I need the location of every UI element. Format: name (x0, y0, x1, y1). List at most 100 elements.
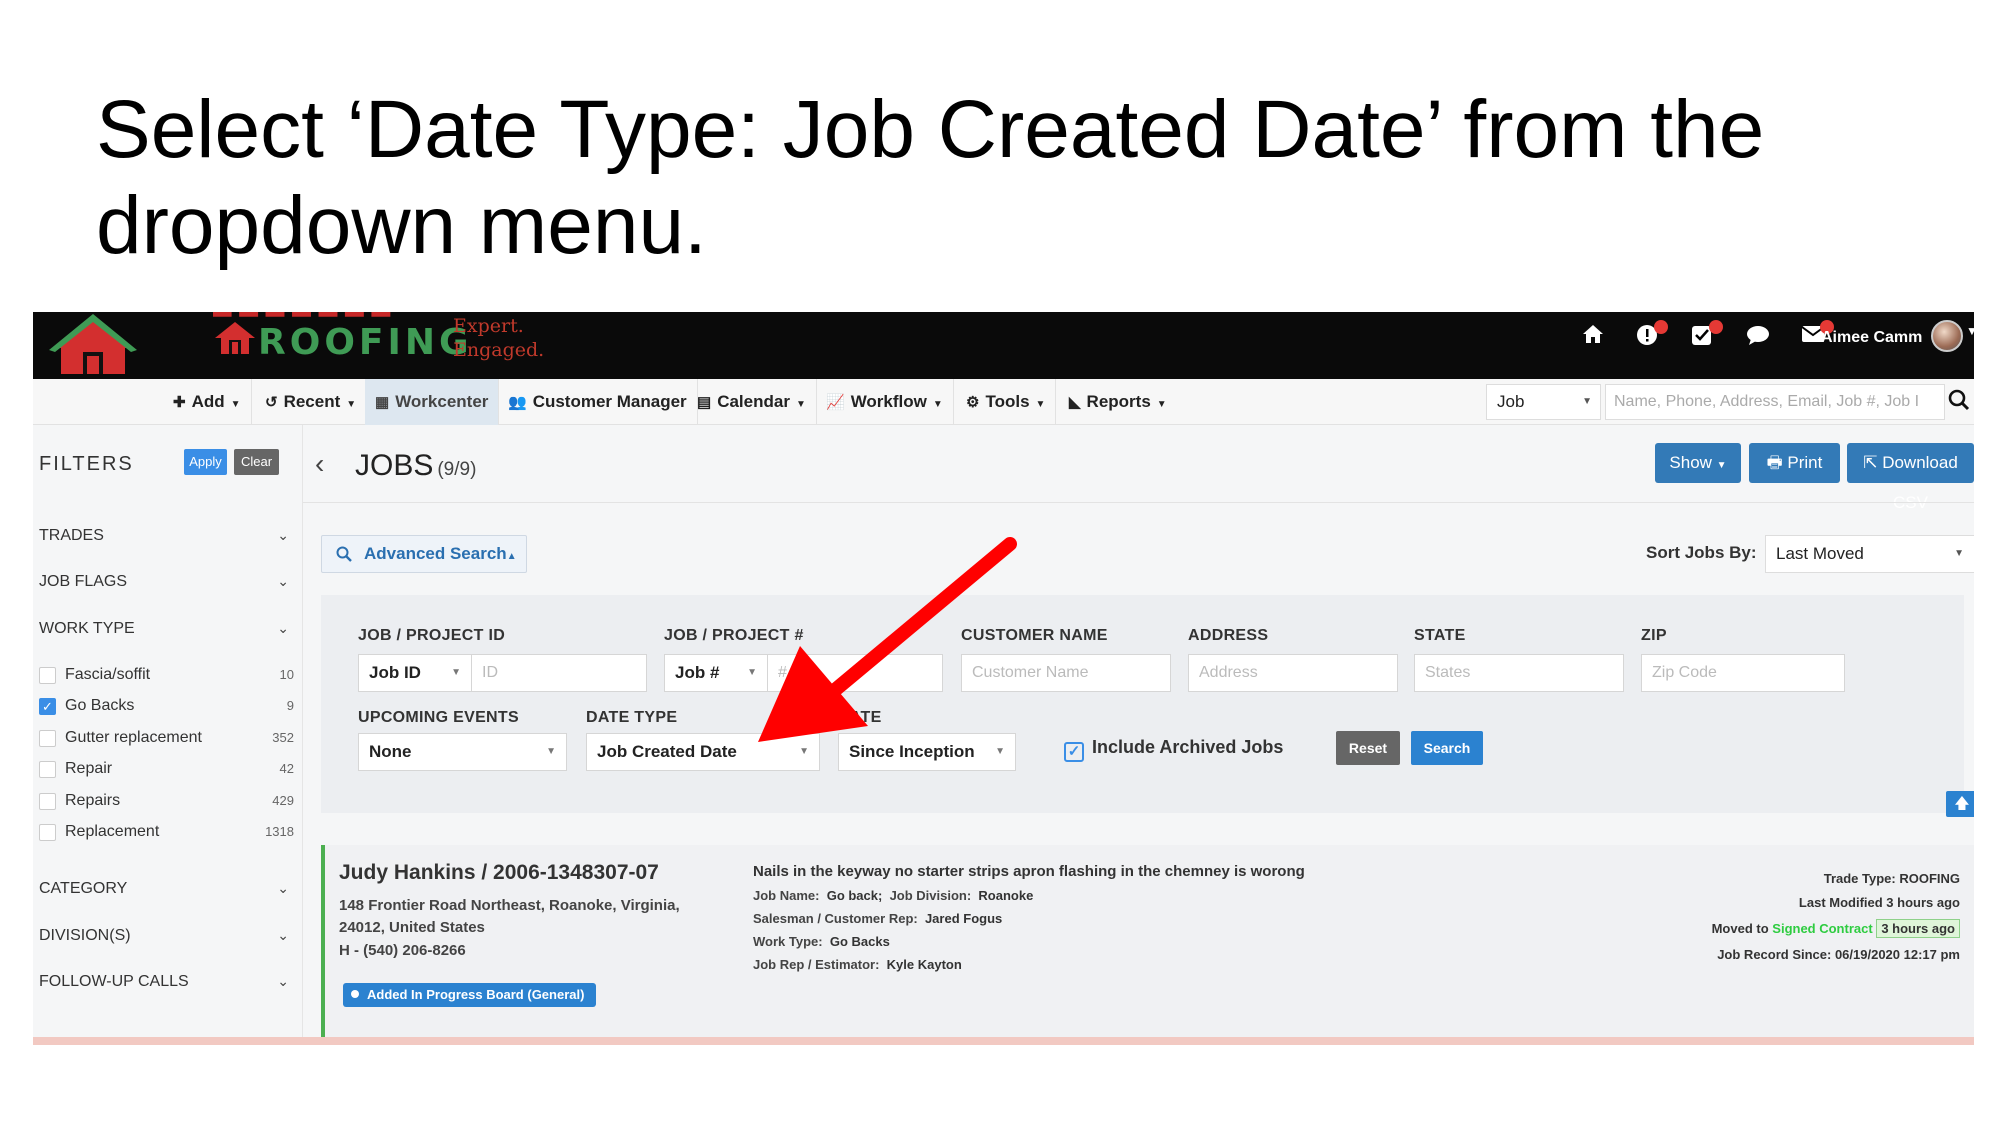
caret-down-icon: ▼ (932, 399, 943, 410)
jobs-title-label: JOBS (355, 449, 434, 482)
nav-add[interactable]: ✚ Add ▼ (163, 379, 252, 425)
print-button-label: Print (1787, 453, 1823, 472)
work-type-replacement[interactable]: Replacement 1318 (39, 819, 294, 845)
download-csv-button[interactable]: ⇱ Download CSV (1847, 443, 1974, 512)
show-button[interactable]: Show ▼ (1655, 443, 1741, 483)
global-search-input[interactable]: Name, Phone, Address, Email, Job #, Job … (1605, 384, 1945, 420)
nav-recent[interactable]: ↺ Recent ▼ (255, 379, 368, 425)
advanced-search-toggle[interactable]: Advanced Search▲ (321, 535, 527, 573)
checkbox[interactable] (39, 824, 56, 841)
print-icon: 🖶 (1766, 453, 1783, 472)
work-type-go-backs[interactable]: ✓ Go Backs 9 (39, 693, 294, 719)
moved-to-stage: Signed Contract (1772, 921, 1873, 936)
zip-label: ZIP (1641, 627, 1667, 644)
filter-section-label: WORK TYPE (39, 620, 135, 637)
clear-button[interactable]: Clear (234, 449, 279, 475)
meta-value: Go Backs (829, 934, 890, 949)
advanced-search-panel: JOB / PROJECT ID Job ID ▼ ID JOB / PROJEC… (321, 595, 1974, 817)
filters-sidebar: FILTERS Apply Clear TRADES ⌄ JOB FLAGS ⌄ W… (33, 425, 303, 1045)
slide-title: Select ‘Date Type: Job Created Date’ fro… (96, 84, 1765, 271)
caret-down-icon: ▼ (230, 399, 241, 410)
home-icon[interactable] (1580, 324, 1606, 350)
users-icon: 👥 (508, 394, 527, 411)
nav-recent-label: Recent (283, 392, 341, 411)
sort-select[interactable]: Last Moved ▼ (1765, 535, 1974, 573)
filter-section-label: JOB FLAGS (39, 573, 128, 590)
tasks-icon[interactable] (1689, 320, 1723, 350)
checkbox[interactable] (39, 793, 56, 810)
filter-section-divisions[interactable]: DIVISION(S) ⌄ (39, 927, 289, 945)
checkbox[interactable] (39, 761, 56, 778)
work-type-count: 10 (279, 667, 294, 682)
job-description: Nails in the keyway no starter strips ap… (753, 863, 1305, 880)
back-chevron-icon[interactable]: ‹ (315, 449, 324, 479)
work-type-repair[interactable]: Repair 42 (39, 756, 294, 782)
nav-customer-manager[interactable]: 👥 Customer Manager (498, 379, 698, 425)
avatar[interactable] (1931, 320, 1963, 352)
search-type-value: Job (1497, 392, 1525, 411)
state-input[interactable]: States (1414, 654, 1624, 692)
check-icon[interactable]: ✓ (1064, 742, 1084, 762)
nav-reports[interactable]: ◣ Reports ▼ (1059, 379, 1177, 425)
work-type-repairs[interactable]: Repairs 429 (39, 788, 294, 814)
nav-calendar[interactable]: ▤ Calendar ▼ (687, 379, 817, 425)
zip-input[interactable]: Zip Code (1641, 654, 1845, 692)
tasks-badge (1709, 320, 1723, 334)
chart-line-icon: 📈 (826, 394, 845, 411)
global-search-type-select[interactable]: Job ▼ (1486, 384, 1601, 420)
nav-workcenter[interactable]: ▦ Workcenter (365, 379, 500, 425)
meta-value: Jared Fogus (924, 911, 1003, 926)
job-card[interactable]: Judy Hankins / 2006-1348307-07 148 Front… (321, 845, 1974, 1043)
job-phone: H - (540) 206-8266 (339, 942, 466, 959)
tagline-line-1: Expert. (453, 315, 524, 337)
job-id-input[interactable]: ID (471, 654, 647, 692)
job-num-type-select[interactable]: Job # ▼ (664, 654, 768, 692)
filter-section-followup[interactable]: FOLLOW-UP CALLS ⌄ (39, 973, 289, 991)
nav-workflow[interactable]: 📈 Workflow ▼ (816, 379, 954, 425)
filter-section-category[interactable]: CATEGORY ⌄ (39, 880, 289, 898)
job-meta-estimator: Job Rep / Estimator: Kyle Kayton (753, 957, 962, 972)
filter-section-job-flags[interactable]: JOB FLAGS ⌄ (39, 573, 289, 591)
chevron-down-icon: ⌄ (277, 973, 289, 989)
history-icon: ↺ (265, 394, 278, 411)
alert-icon[interactable] (1634, 320, 1668, 350)
caret-down-icon: ▼ (1156, 399, 1167, 410)
job-num-input[interactable]: # (767, 654, 943, 692)
select-value: Job # (675, 663, 720, 682)
chat-icon[interactable] (1745, 324, 1771, 350)
arrow-up-icon[interactable]: 🡅 (1946, 791, 1974, 817)
search-button[interactable]: Search (1411, 731, 1483, 765)
top-header: ▀▀▀▀▀▀▀ ROOFING Expert. Engaged. Aimee C… (33, 312, 1974, 379)
job-title[interactable]: Judy Hankins / 2006-1348307-07 (339, 861, 659, 885)
nav-tools[interactable]: ⚙ Tools ▼ (956, 379, 1057, 425)
user-name[interactable]: Aimee Camm (1821, 318, 1922, 358)
brand-name: ROOFING (258, 322, 473, 363)
work-type-fascia[interactable]: Fascia/soffit 10 (39, 662, 294, 688)
search-icon[interactable] (1948, 389, 1970, 411)
caret-down-icon: ▼ (1716, 460, 1727, 471)
checkbox[interactable] (39, 730, 56, 747)
date-select[interactable]: Since Inception ▼ (838, 733, 1016, 771)
filter-section-work-type[interactable]: WORK TYPE ⌄ (39, 620, 289, 638)
date-type-select[interactable]: Job Created Date ▼ (586, 733, 820, 771)
checkbox-checked[interactable]: ✓ (39, 698, 56, 715)
house-logo-icon[interactable] (47, 314, 139, 376)
work-type-gutter[interactable]: Gutter replacement 352 (39, 725, 294, 751)
address-input[interactable]: Address (1188, 654, 1398, 692)
customer-name-input[interactable]: Customer Name (961, 654, 1171, 692)
checkbox[interactable] (39, 667, 56, 684)
filter-section-trades[interactable]: TRADES ⌄ (39, 527, 289, 545)
job-id-type-select[interactable]: Job ID ▼ (358, 654, 472, 692)
caret-down-icon: ▼ (795, 399, 806, 410)
reset-button[interactable]: Reset (1336, 731, 1400, 765)
nav-workcenter-label: Workcenter (395, 392, 489, 411)
upcoming-events-select[interactable]: None ▼ (358, 733, 567, 771)
moved-to: Moved to Signed Contract 3 hours ago (1712, 919, 1960, 938)
gear-icon: ⚙ (966, 394, 980, 411)
chevron-down-icon: ⌄ (277, 880, 289, 896)
chevron-down-icon[interactable]: ▼ (1966, 324, 1974, 338)
include-archived-label: Include Archived Jobs (1092, 737, 1284, 757)
apply-button[interactable]: Apply (184, 449, 227, 475)
include-archived-checkbox[interactable]: ✓ Include Archived Jobs (1064, 733, 1283, 762)
print-button[interactable]: 🖶 Print (1749, 443, 1840, 483)
